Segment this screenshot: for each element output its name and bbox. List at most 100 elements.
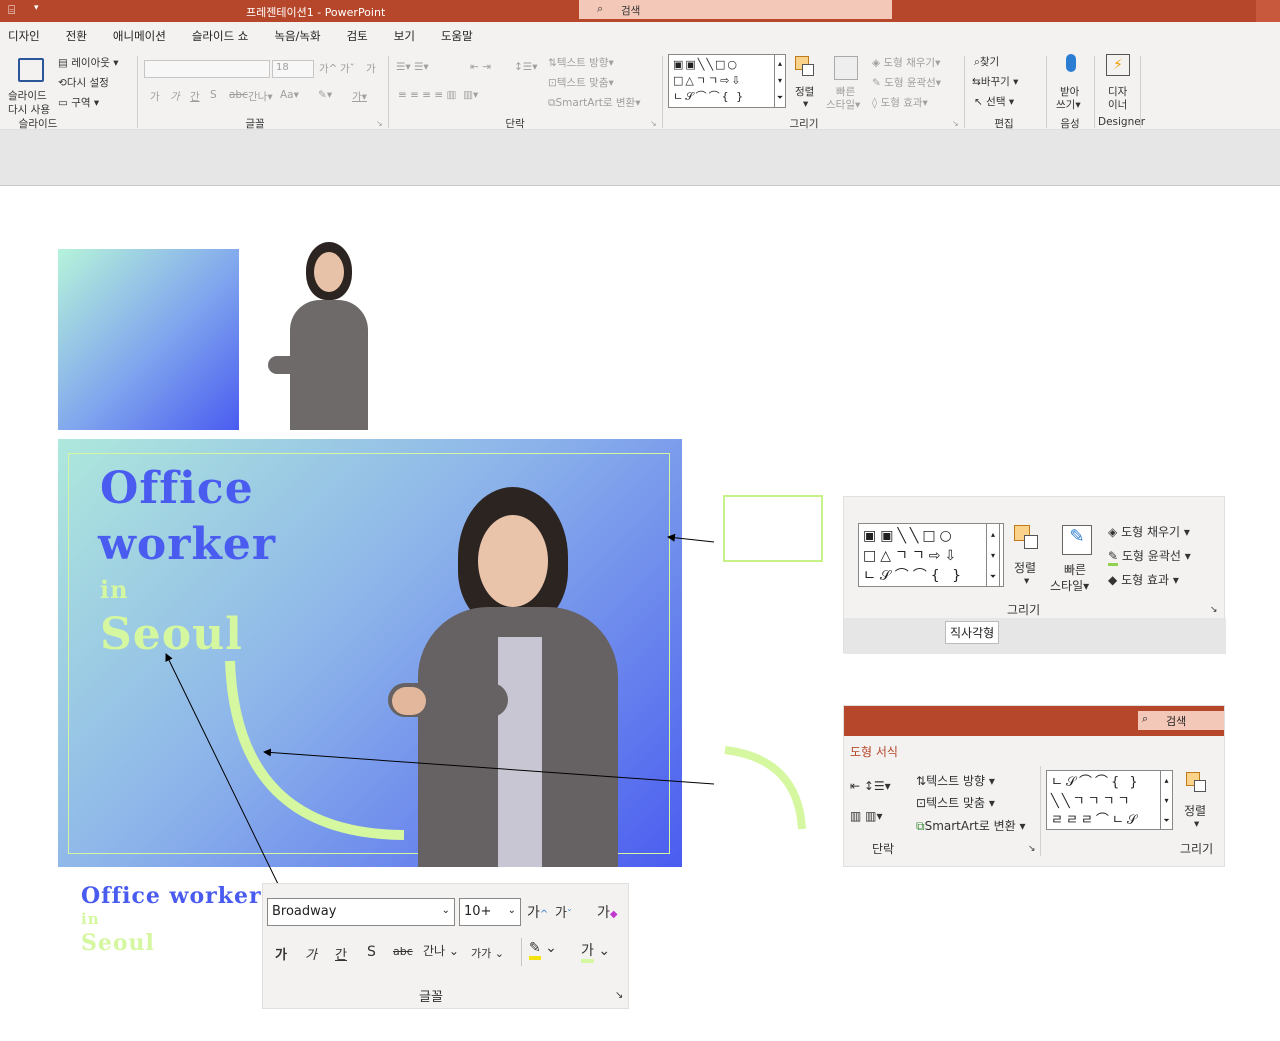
shape-outline-button[interactable]: ✎ 도형 윤곽선▾ (872, 75, 941, 90)
zoom-strike-button[interactable]: abc (393, 945, 413, 958)
zoom-grow-font-button[interactable]: 가^ (527, 902, 548, 922)
zoom-italic-button[interactable]: 가 (305, 944, 317, 963)
font-color-button[interactable]: 가▾ (352, 89, 367, 104)
text-direction-icon: ⇅ (548, 57, 557, 69)
tab-view[interactable]: 보기 (386, 28, 415, 44)
tooltip-rectangle: 직사각형 (945, 621, 1000, 644)
zoom-group-label-paragraph: 단락 (872, 842, 895, 856)
tab-transitions[interactable]: 전환 (58, 28, 87, 44)
shape-effects-button[interactable]: ◊ 도형 효과▾ (872, 95, 928, 110)
zoom-group-label-font: 글꼴 (419, 990, 443, 1005)
zoom-clear-format-button[interactable]: 가◆ (597, 902, 618, 922)
align-buttons[interactable]: ≡ ≡ ≡ ≡ ▥ ▥▾ (398, 89, 478, 101)
search-box[interactable]: ⌕ 검색 (579, 0, 892, 19)
grow-font-button[interactable]: 가^ (319, 61, 337, 76)
layout-button[interactable]: ▤ 레이아웃 ▾ (58, 55, 119, 70)
arc-shape[interactable] (58, 439, 682, 867)
section-icon: ▭ (58, 97, 68, 109)
font-name-combo[interactable] (144, 60, 270, 78)
bold-button[interactable]: 가 (150, 89, 160, 104)
account-area[interactable] (1256, 0, 1280, 22)
gradient-swatch[interactable] (58, 249, 239, 430)
zoom-smartart-button[interactable]: ⧉SmartArt로 변환 ▾ (916, 817, 1026, 834)
ribbon-tabs: 디자인 전환 애니메이션 슬라이드 쇼 녹음/녹화 검토 보기 도움말 (0, 22, 1280, 50)
text-direction-button[interactable]: ⇅텍스트 방향▾ (548, 55, 614, 70)
zoom-text-dir-button[interactable]: ⇅텍스트 방향 ▾ (916, 772, 995, 789)
zoom-font-color-button[interactable]: 가 ⌄ (581, 940, 610, 963)
app-icon[interactable]: ⌸ (8, 3, 15, 18)
font-dialog-launcher-icon[interactable]: ↘ (376, 119, 383, 128)
zoom-para-dialog-launcher-icon[interactable]: ↘ (1028, 844, 1036, 854)
char-spacing-button[interactable]: 간나▾ (248, 89, 273, 104)
search-placeholder: 검색 (621, 5, 641, 17)
drawing-dialog-launcher-icon[interactable]: ↘ (952, 119, 959, 128)
tab-help[interactable]: 도움말 (433, 28, 473, 44)
shadow-button[interactable]: S (210, 89, 217, 101)
shapes-scroll[interactable]: ▴ ▾ ⏷ (774, 54, 786, 108)
rectangle-sample[interactable] (723, 495, 823, 562)
select-button[interactable]: ↖ 선택 ▾ (974, 94, 1014, 109)
zoom2-shapes-gallery[interactable]: ㄴ𝒮⌒⌒{ } ╲╲ㄱㄱㄱㄱ ㄹㄹㄹ⌒ㄴ𝒮 (1046, 770, 1172, 830)
clear-format-button[interactable]: 가 (366, 61, 376, 76)
zoom-bold-button[interactable]: 가 (275, 944, 287, 963)
tab-animations[interactable]: 애니메이션 (105, 28, 166, 44)
align-text-button[interactable]: ⊡텍스트 맞춤▾ (548, 75, 614, 90)
ribbon-collapse-area (0, 130, 1280, 186)
reuse-slides-button[interactable]: 슬라이드 다시 사용 (4, 56, 54, 116)
zoom-outline-button[interactable]: ✎ 도형 윤곽선 ▾ (1108, 547, 1191, 566)
quick-access-dropdown-icon[interactable]: ▾ (34, 3, 39, 13)
smartart-icon: ⧉ (916, 819, 925, 833)
arc-sample[interactable] (722, 745, 812, 835)
zoom-case-button[interactable]: 가가 ⌄ (471, 945, 504, 961)
person-photo-small[interactable] (268, 238, 378, 430)
reset-button[interactable]: ⟲다시 설정 (58, 75, 109, 90)
zoom-shapes-gallery[interactable]: ▣▣╲╲□○ □△ㄱㄱ⇨⇩ ㄴ𝒮⌒⌒{ } (858, 523, 1004, 587)
indent-buttons[interactable]: ⇤ ⇥ (470, 61, 491, 73)
strikethrough-button[interactable]: abc (229, 89, 248, 101)
replace-button[interactable]: ⇆바꾸기 ▾ (972, 74, 1018, 89)
tab-record[interactable]: 녹음/녹화 (266, 28, 320, 44)
tab-slideshow[interactable]: 슬라이드 쇼 (184, 28, 249, 44)
zoom-search-box[interactable]: ⌕ 검색 (1138, 711, 1224, 730)
sample-text-in[interactable]: in (81, 910, 100, 928)
zoom-align-text-button[interactable]: ⊡텍스트 맞춤 ▾ (916, 794, 995, 811)
title-bar: ⌸ ▾ 프레젠테이션1 - PowerPoint ⌕ 검색 (0, 0, 1280, 22)
line-spacing-button[interactable]: ↕☰▾ (514, 61, 537, 73)
change-case-button[interactable]: Aa▾ (280, 89, 299, 101)
shape-fill-button[interactable]: ◈ 도형 채우기▾ (872, 55, 940, 70)
zoom-indent-buttons[interactable]: ⇤ ↕☰▾ (850, 779, 891, 793)
zoom-effects-button[interactable]: ◆ 도형 효과 ▾ (1108, 571, 1179, 588)
shapes-gallery[interactable]: ▣▣╲╲□○ □△ㄱㄱ⇨⇩ ㄴ𝒮⌒⌒{ } (668, 54, 778, 108)
underline-button[interactable]: 간 (190, 89, 200, 104)
section-button[interactable]: ▭ 구역 ▾ (58, 95, 99, 110)
sample-text-seoul[interactable]: Seoul (81, 930, 155, 956)
zoom-underline-button[interactable]: 간 (335, 944, 347, 963)
smartart-button[interactable]: ⧉SmartArt로 변환▾ (548, 95, 640, 110)
slide-canvas[interactable]: Office worker in Seoul (58, 439, 682, 867)
zoom-shrink-font-button[interactable]: 가ˇ (555, 902, 572, 921)
paragraph-dialog-launcher-icon[interactable]: ↘ (650, 119, 657, 128)
tab-shape-format[interactable]: 도형 서식 (850, 743, 898, 760)
zoom2-shapes-scroll[interactable]: ▴ ▾ ⏷ (1160, 770, 1173, 830)
font-size-combo[interactable]: 18 (272, 60, 314, 78)
group-label-designer: Designer (1098, 116, 1146, 128)
italic-button[interactable]: 가 (170, 89, 180, 104)
zoom-font-size-combo[interactable]: 10+ ⌄ (459, 898, 521, 926)
bullets-button[interactable]: ☰▾ ☰▾ (396, 61, 429, 73)
zoom-columns-button[interactable]: ▥ ▥▾ (850, 809, 883, 823)
zoom-shadow-button[interactable]: S (367, 944, 376, 960)
zoom-highlight-button[interactable]: ✎ ⌄ (529, 940, 557, 960)
zoom-fill-button[interactable]: ◈ 도형 채우기 ▾ (1108, 523, 1190, 540)
zoom-dialog-launcher-icon[interactable]: ↘ (1210, 605, 1218, 615)
sample-text-office-worker[interactable]: Office worker (81, 883, 262, 909)
highlight-button[interactable]: ✎▾ (318, 89, 332, 101)
shrink-font-button[interactable]: 가ˇ (340, 61, 355, 76)
designer-icon: ⚡ (1106, 54, 1130, 76)
tab-design[interactable]: 디자인 (0, 28, 40, 44)
zoom-shapes-scroll[interactable]: ▴ ▾ ⏷ (986, 523, 1000, 587)
zoom-spacing-button[interactable]: 간나 ⌄ (423, 942, 459, 959)
zoom-font-name-combo[interactable]: Broadway ⌄ (267, 898, 455, 926)
find-button[interactable]: ⌕찾기 (974, 54, 999, 69)
tab-review[interactable]: 검토 (339, 28, 368, 44)
zoom-font-dialog-launcher-icon[interactable]: ↘ (615, 990, 623, 1001)
